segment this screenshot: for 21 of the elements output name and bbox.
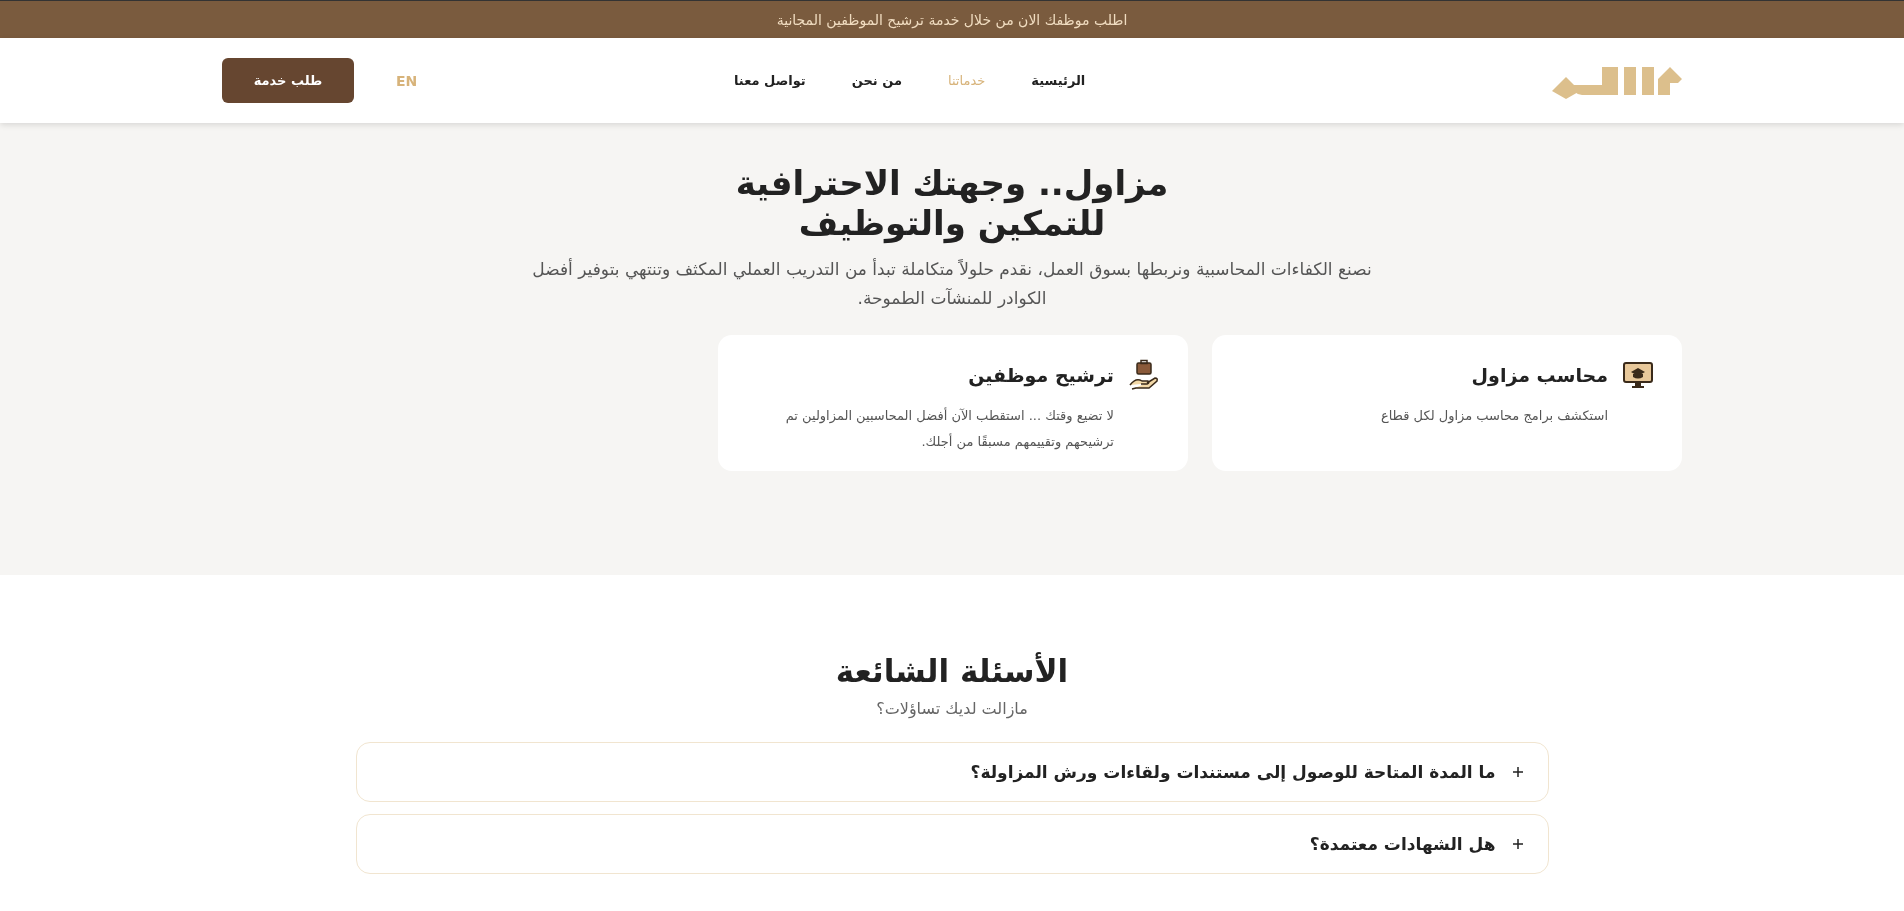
card-title: محاسب مزاول: [1471, 364, 1608, 386]
faq-subtitle: مازالت لديك تساؤلات؟: [876, 699, 1028, 718]
card-text: استكشف برامج محاسب مزاول لكل قطاع: [1379, 407, 1608, 426]
faq-item[interactable]: ما المدة المتاحة للوصول إلى مستندات ولقاءات ورش المزاولة؟: [355, 742, 1549, 802]
service-card[interactable]: ترشيح موظفين لا تضيع وقتك ... استقطب الآن أفضل المحاسبين المزاولين تم ترشيحهم وتقييمهم مسبقًا من أجلك.: [718, 335, 1188, 471]
faq-title: الأسئلة الشائعة: [835, 653, 1069, 689]
hero-subtitle: نصنع الكفاءات المحاسبية ونربطها بسوق العمل، نقدم حلولاً متكاملة تبدأ من التدريب العملي المكثف وتنتهي بتوفير أفضل الكوادر للمنشآت الطموحة.: [531, 257, 1373, 310]
announcement-text: اطلب موظفك الان من خلال خدمة ترشيح الموظفين المجانية: [776, 11, 1128, 28]
faq-item[interactable]: هل الشهادات معتمدة؟: [355, 814, 1549, 874]
faq-question: ما المدة المتاحة للوصول إلى مستندات ولقاءات ورش المزاولة؟: [970, 762, 1496, 782]
card-text: لا تضيع وقتك ... استقطب الآن أفضل المحاسبين المزاولين تم ترشيحهم وتقييمهم مسبقًا من أجلك.: [784, 406, 1114, 452]
nav-link[interactable]: تواصل معنا: [734, 73, 806, 88]
nav-link[interactable]: من نحن: [851, 73, 902, 88]
hero-title: مزاول.. وجهتك الاحترافية للتمكين والتوظيف: [734, 163, 1170, 243]
request-service-button[interactable]: طلب خدمة: [222, 58, 354, 103]
monitor-icon: [1622, 359, 1654, 391]
service-card[interactable]: محاسب مزاول استكشف برامج محاسب مزاول لكل قطاع: [1212, 335, 1682, 471]
hand-briefcase-icon: [1128, 359, 1160, 391]
nav-link[interactable]: الرئيسية: [1031, 73, 1086, 88]
faq-question: هل الشهادات معتمدة؟: [1309, 834, 1496, 854]
card-title: ترشيح موظفين: [968, 364, 1114, 386]
